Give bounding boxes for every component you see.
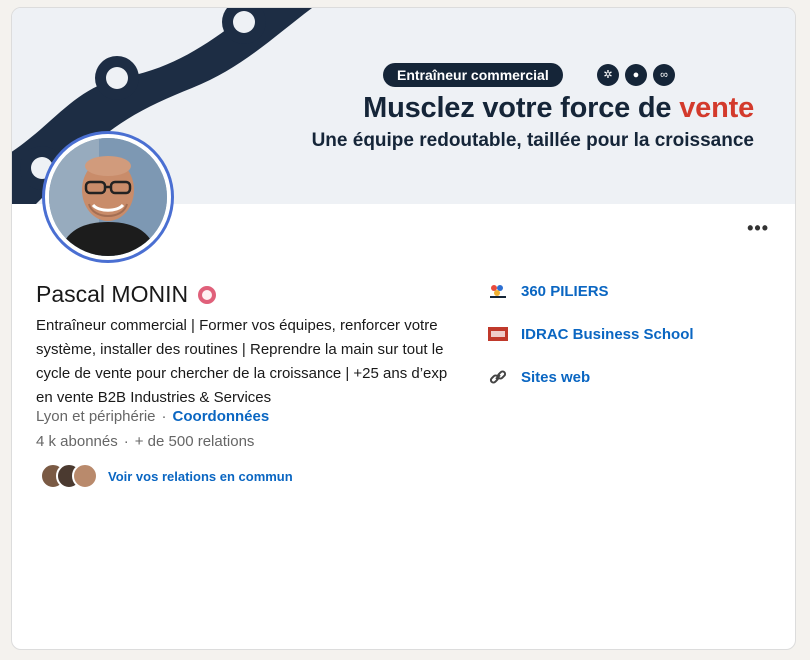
relations-count: + de 500 relations: [134, 433, 255, 450]
banner-headline: Musclez votre force de vente: [304, 92, 754, 125]
banner-icons: ✲ ● ∞: [597, 64, 675, 86]
banner-subline: Une équipe redoutable, taillée pour la c…: [311, 130, 754, 151]
sidebar-item-websites[interactable]: Sites web: [487, 366, 694, 388]
sidebar-item-label: Sites web: [521, 368, 591, 386]
chain-link-icon: ∞: [653, 64, 675, 86]
sidebar-item-company[interactable]: 360 PILIERS: [487, 280, 694, 302]
more-actions-button[interactable]: •••: [747, 218, 769, 239]
profile-headline: Entraîneur commercial | Former vos équip…: [36, 317, 448, 406]
sidebar-item-label: 360 PILIERS: [521, 282, 609, 300]
banner-headline-main: Musclez votre force de: [363, 92, 680, 124]
bullets-icon: ●: [625, 64, 647, 86]
sidebar-item-school[interactable]: IDRAC Business School: [487, 323, 694, 345]
profile-name: Pascal MONIN: [36, 281, 189, 307]
location-row: Lyon et périphérie · Coordonnées: [36, 408, 269, 425]
link-icon: [487, 369, 509, 385]
banner-badge: Entraîneur commercial: [383, 63, 563, 87]
sidebar-item-label: IDRAC Business School: [521, 325, 694, 343]
mutual-connections-link[interactable]: Voir vos relations en commun: [108, 469, 293, 484]
school-logo-icon: [487, 326, 509, 342]
contact-info-link[interactable]: Coordonnées: [173, 408, 270, 425]
mutual-avatar: [72, 463, 98, 489]
network-icon: ✲: [597, 64, 619, 86]
separator-dot: ·: [161, 408, 167, 425]
company-logo-icon: [487, 283, 509, 299]
followers-count: 4 k abonnés: [36, 433, 118, 450]
profile-card: Entraîneur commercial ✲ ● ∞ Musclez votr…: [11, 7, 796, 650]
location-text: Lyon et périphérie: [36, 408, 156, 425]
profile-sidebar: 360 PILIERS IDRAC Business School Sites …: [487, 280, 694, 409]
avatar: [49, 138, 167, 256]
open-to-work-icon[interactable]: [198, 285, 217, 304]
banner-headline-accent: vente: [679, 92, 754, 124]
separator-dot: ·: [123, 433, 129, 450]
profile-name-row: Pascal MONIN: [36, 281, 217, 308]
mutual-connections[interactable]: Voir vos relations en commun: [40, 463, 293, 489]
profile-photo[interactable]: [42, 131, 174, 263]
network-stats: 4 k abonnés · + de 500 relations: [36, 433, 254, 450]
